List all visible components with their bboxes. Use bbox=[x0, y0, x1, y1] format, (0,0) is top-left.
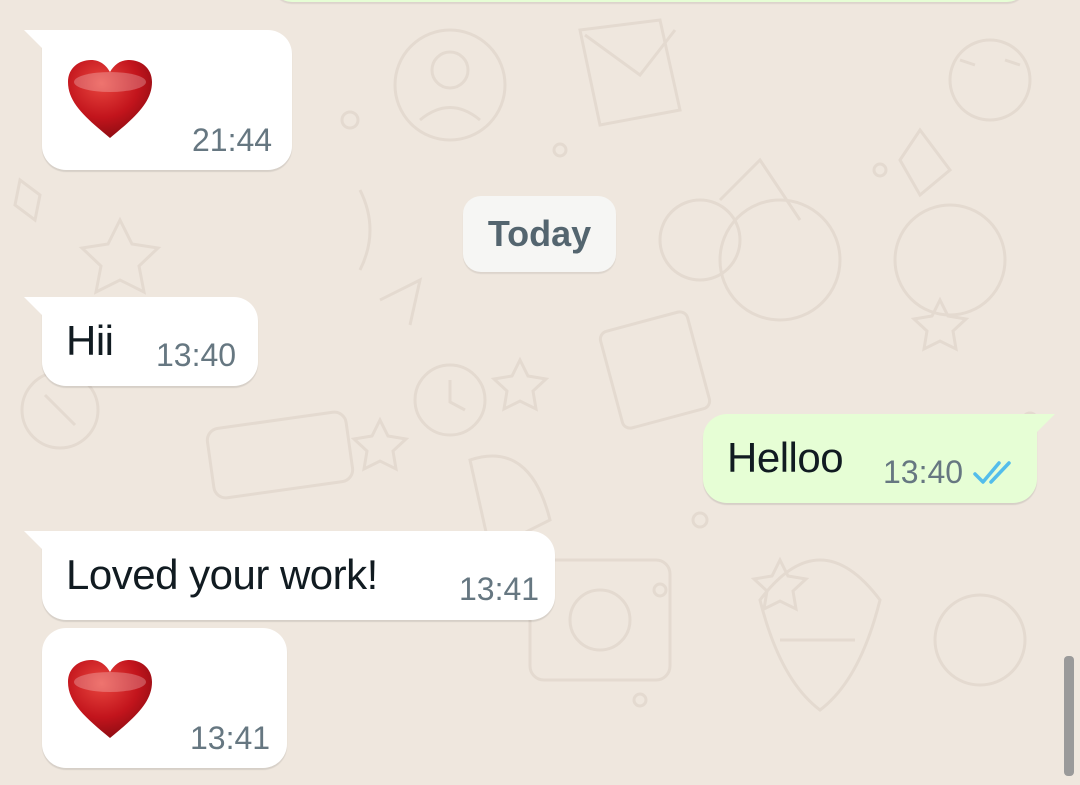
previous-outgoing-bubble[interactable] bbox=[272, 0, 1027, 2]
heart-emoji-icon bbox=[68, 660, 152, 738]
message-timestamp: 13:40 bbox=[156, 337, 237, 373]
incoming-message-bubble[interactable]: Hii 13:40 bbox=[24, 297, 258, 386]
incoming-message-bubble[interactable]: 21:44 bbox=[24, 30, 292, 170]
date-separator-label: Today bbox=[487, 213, 592, 254]
bubble-tail bbox=[24, 297, 44, 317]
message-text: Loved your work! bbox=[66, 551, 378, 598]
message-text: Hii bbox=[66, 317, 114, 364]
message-timestamp: 13:41 bbox=[190, 720, 271, 756]
message-timestamp: 21:44 bbox=[192, 122, 273, 158]
incoming-message-bubble[interactable]: Loved your work! 13:41 bbox=[24, 531, 555, 620]
double-check-read-icon bbox=[973, 461, 1011, 484]
scrollbar-thumb[interactable] bbox=[1064, 656, 1074, 776]
bubble-tail bbox=[24, 30, 44, 50]
message-timestamp: 13:41 bbox=[459, 571, 540, 607]
message-text: Helloo bbox=[727, 434, 844, 481]
heart-emoji-icon bbox=[68, 60, 152, 138]
date-separator: Today bbox=[463, 196, 616, 272]
message-timestamp: 13:40 bbox=[883, 454, 964, 490]
outgoing-message-bubble[interactable]: Helloo 13:40 bbox=[703, 414, 1055, 503]
bubble-tail bbox=[1035, 414, 1055, 434]
incoming-message-bubble[interactable]: 13:41 bbox=[42, 628, 287, 768]
bubble-tail bbox=[24, 531, 44, 551]
